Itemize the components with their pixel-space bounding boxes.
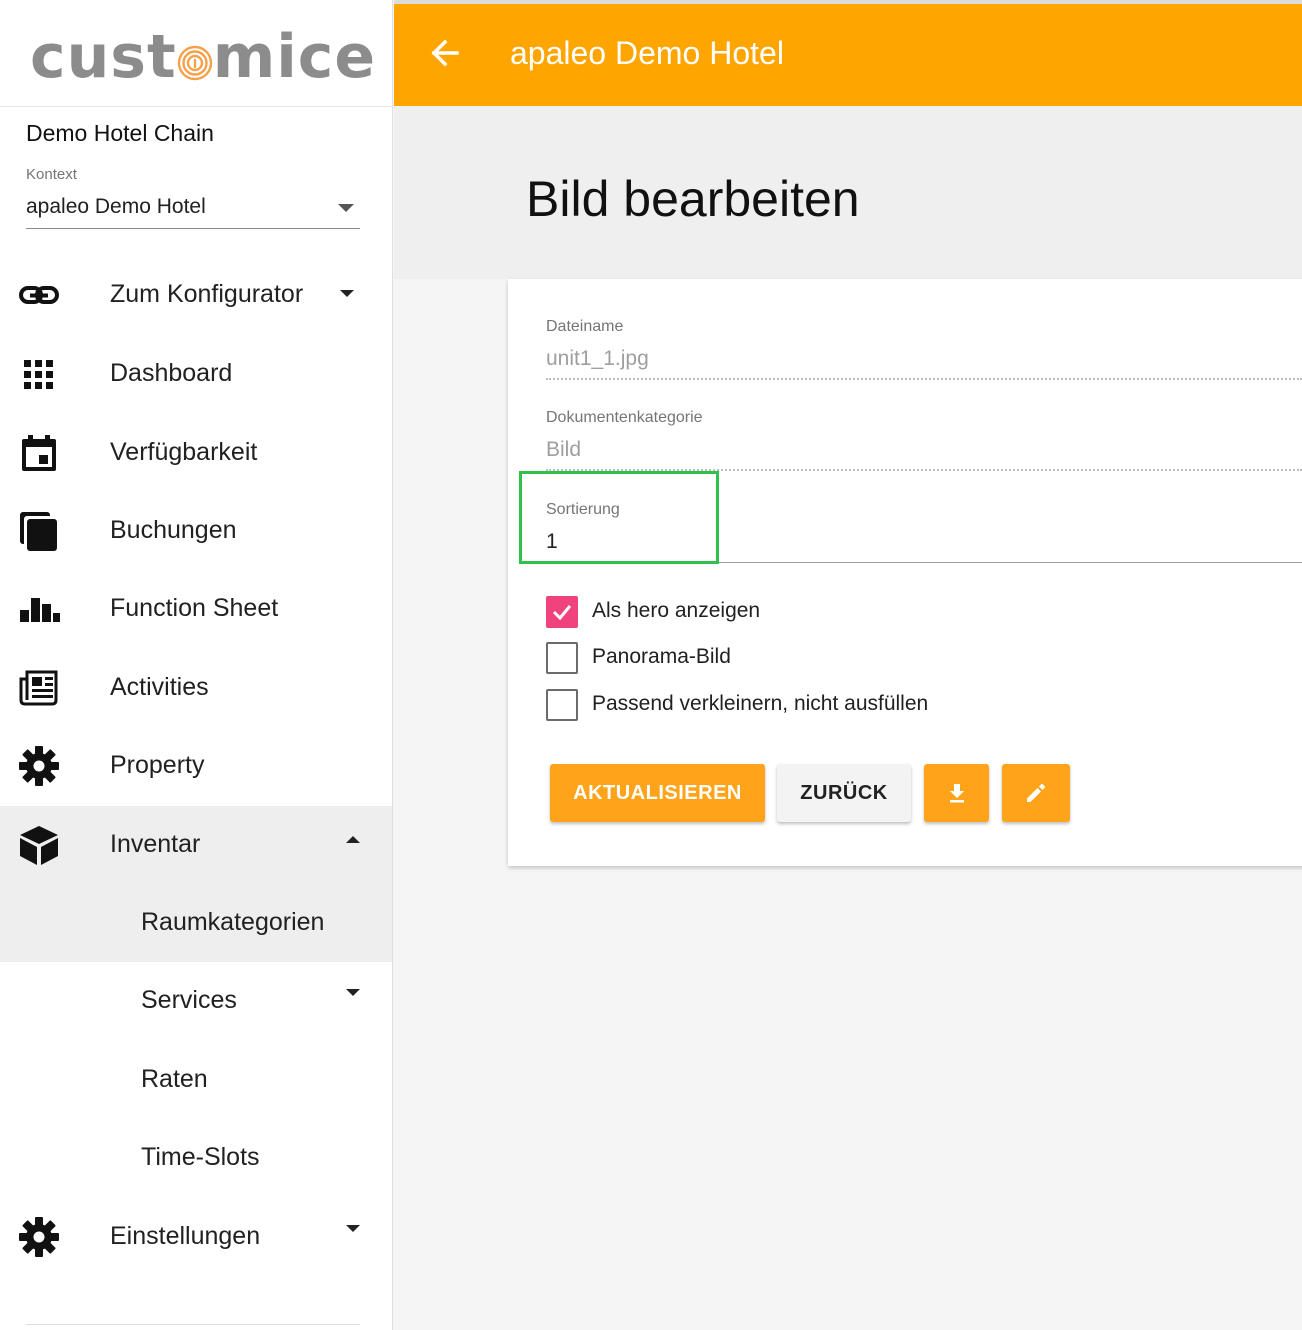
nav-item-buchungen[interactable]: Buchungen bbox=[0, 492, 392, 570]
nav-item-verfuegbarkeit[interactable]: Verfügbarkeit bbox=[0, 414, 392, 492]
hotel-chain-name: Demo Hotel Chain bbox=[26, 120, 214, 146]
filename-label: Dateiname bbox=[546, 318, 624, 335]
nav-subitem-time-slots[interactable]: Time-Slots bbox=[0, 1119, 392, 1197]
newspaper-icon bbox=[19, 670, 58, 706]
calendar-icon bbox=[22, 435, 56, 471]
stacked-pages-icon bbox=[20, 512, 57, 551]
nav-item-function-sheet[interactable]: Function Sheet bbox=[0, 570, 392, 648]
nav-item-label: Dashboard bbox=[110, 359, 233, 387]
chevron-down-icon bbox=[338, 204, 354, 212]
sidebar: cust mice Demo Hotel Chain Kontext apaleo… bbox=[0, 0, 393, 1330]
fit-checkbox[interactable] bbox=[546, 689, 578, 721]
back-button[interactable]: ZURÜCK bbox=[777, 764, 911, 822]
category-label: Dokumentenkategorie bbox=[546, 409, 703, 426]
chevron-up-icon bbox=[346, 836, 360, 843]
category-field: Bild bbox=[546, 438, 582, 461]
apps-grid-icon bbox=[24, 360, 53, 389]
chevron-down-icon bbox=[346, 989, 360, 996]
download-button[interactable] bbox=[924, 764, 989, 822]
panorama-checkbox[interactable] bbox=[546, 642, 578, 674]
link-icon bbox=[19, 286, 59, 304]
nav-item-label: Activities bbox=[110, 673, 209, 701]
nav-item-zum-konfigurator[interactable]: Zum Konfigurator bbox=[0, 256, 392, 334]
nav-item-label: Services bbox=[141, 986, 237, 1014]
logo-text: cust mice bbox=[30, 22, 377, 92]
nav-item-label: Raumkategorien bbox=[141, 908, 325, 936]
cube-icon bbox=[20, 826, 58, 865]
filename-field: unit1_1.jpg bbox=[546, 347, 649, 370]
nav-item-label: Buchungen bbox=[110, 516, 237, 544]
panorama-checkbox-label[interactable]: Panorama-Bild bbox=[592, 645, 731, 669]
nav-item-label: Einstellungen bbox=[110, 1222, 261, 1250]
nav-item-label: Time-Slots bbox=[141, 1143, 260, 1171]
nav-subitem-raumkategorien[interactable]: Raumkategorien bbox=[0, 884, 392, 962]
highlight-box bbox=[519, 471, 719, 564]
filename-underline bbox=[546, 378, 1302, 380]
nav-item-activities[interactable]: Activities bbox=[0, 649, 392, 727]
context-select[interactable]: apaleo Demo Hotel bbox=[26, 192, 360, 229]
page-title: Bild bearbeiten bbox=[526, 171, 860, 227]
gear-icon bbox=[19, 746, 59, 786]
nav-item-dashboard[interactable]: Dashboard bbox=[0, 335, 392, 413]
logo[interactable]: cust mice bbox=[0, 0, 393, 107]
nav-item-label: Zum Konfigurator bbox=[110, 280, 304, 308]
chevron-down-icon bbox=[346, 1225, 360, 1232]
context-select-value: apaleo Demo Hotel bbox=[26, 195, 206, 218]
chevron-down-icon bbox=[340, 290, 354, 297]
bar-chart-icon bbox=[20, 598, 60, 622]
update-button[interactable]: AKTUALISIEREN bbox=[550, 764, 765, 822]
checkmark-icon bbox=[552, 605, 572, 621]
nav-item-inventar[interactable]: Inventar bbox=[0, 806, 392, 884]
nav-item-label: Verfügbarkeit bbox=[110, 438, 258, 466]
nav-subitem-services[interactable]: Services bbox=[0, 962, 392, 1040]
nav-item-label: Inventar bbox=[110, 830, 201, 858]
nav-item-label: Raten bbox=[141, 1065, 208, 1093]
arrow-left-icon[interactable] bbox=[430, 38, 460, 68]
edit-button[interactable] bbox=[1002, 764, 1070, 822]
hero-checkbox[interactable] bbox=[546, 596, 578, 628]
nav-item-label: Function Sheet bbox=[110, 594, 279, 622]
pencil-icon bbox=[1027, 783, 1046, 802]
fit-checkbox-label[interactable]: Passend verkleinern, nicht ausfüllen bbox=[592, 692, 928, 716]
divider bbox=[26, 1324, 360, 1325]
nav-item-einstellungen[interactable]: Einstellungen bbox=[0, 1198, 392, 1276]
fingerprint-o-icon bbox=[177, 45, 212, 81]
download-icon bbox=[949, 784, 964, 803]
context-label: Kontext bbox=[26, 166, 77, 183]
gear-icon bbox=[19, 1217, 59, 1257]
header-title: apaleo Demo Hotel bbox=[510, 35, 784, 71]
hero-checkbox-label[interactable]: Als hero anzeigen bbox=[592, 599, 760, 623]
nav-subitem-raten[interactable]: Raten bbox=[0, 1041, 392, 1119]
nav-item-label: Property bbox=[110, 751, 205, 779]
nav-item-property[interactable]: Property bbox=[0, 727, 392, 805]
